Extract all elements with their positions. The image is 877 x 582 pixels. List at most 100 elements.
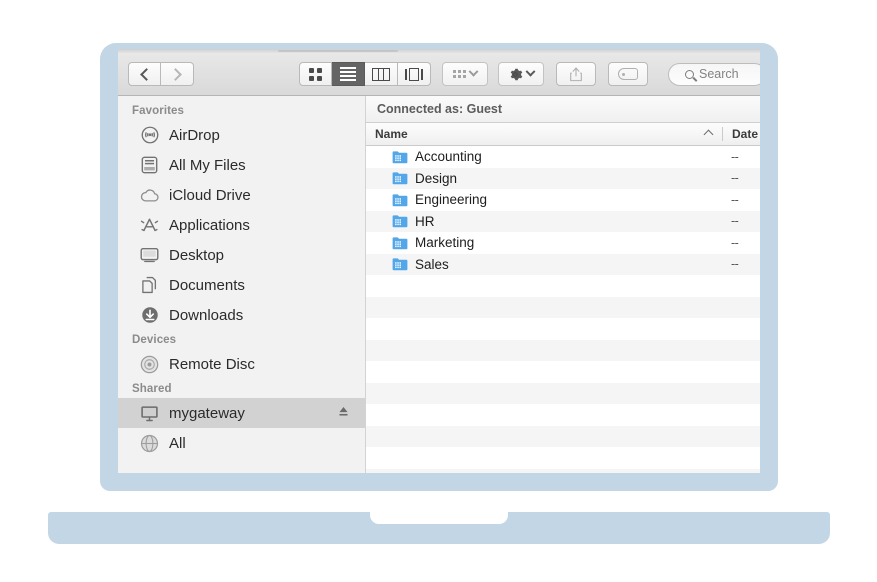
chevron-right-icon xyxy=(169,67,182,81)
row-name-label: Sales xyxy=(415,256,449,272)
row-name-cell: Design xyxy=(366,171,722,186)
airdrop-icon xyxy=(140,126,159,145)
file-list: Accounting -- Design -- Engineering -- H… xyxy=(366,146,760,473)
sidebar-item-desktop[interactable]: Desktop xyxy=(118,240,365,270)
window-body: Favorites AirDrop All My Files iCloud Dr… xyxy=(118,96,760,473)
search-icon xyxy=(685,69,694,79)
empty-row xyxy=(366,318,760,340)
window-titlebar xyxy=(118,49,760,53)
column-header-date-label: Date Modified xyxy=(732,127,760,141)
table-row[interactable]: Design -- xyxy=(366,167,760,189)
sidebar-item-airdrop[interactable]: AirDrop xyxy=(118,120,365,150)
finder-sidebar: Favorites AirDrop All My Files iCloud Dr… xyxy=(118,96,366,473)
row-name-label: Design xyxy=(415,170,458,186)
sidebar-item-applications[interactable]: Applications xyxy=(118,210,365,240)
edit-tags-button[interactable] xyxy=(608,62,648,86)
sidebar-item-downloads[interactable]: Downloads xyxy=(118,300,365,330)
row-date-cell: -- xyxy=(731,192,739,207)
sidebar-item-label: All My Files xyxy=(169,156,246,174)
shared-folder-icon xyxy=(392,257,408,271)
shared-folder-icon xyxy=(392,150,408,164)
table-row[interactable]: Marketing -- xyxy=(366,232,760,254)
gear-icon xyxy=(508,67,523,82)
coverflow-icon xyxy=(405,67,423,81)
navigation-buttons xyxy=(128,62,194,86)
table-row[interactable]: Engineering -- xyxy=(366,189,760,211)
back-button[interactable] xyxy=(128,62,161,86)
search-input[interactable]: Search xyxy=(668,62,760,86)
chevron-down-icon xyxy=(525,66,536,77)
row-name-cell: Sales xyxy=(366,257,722,272)
shared-folder-icon xyxy=(392,193,408,207)
sidebar-item-remote-disc[interactable]: Remote Disc xyxy=(118,349,365,379)
list-icon xyxy=(340,67,356,81)
grid-icon xyxy=(309,67,322,81)
share-icon xyxy=(569,66,583,82)
downloads-icon xyxy=(140,306,159,325)
columns-icon xyxy=(372,67,390,81)
column-header-name[interactable]: Name xyxy=(366,127,722,141)
row-name-label: Marketing xyxy=(415,235,475,251)
laptop-screen: Search Favorites AirDrop All My Files iC… xyxy=(118,49,760,473)
action-menu-button[interactable] xyxy=(498,62,544,86)
shared-folder-icon xyxy=(392,171,408,185)
list-column-headers: Name Date Modified xyxy=(366,123,760,146)
forward-button[interactable] xyxy=(161,62,194,86)
list-view-button[interactable] xyxy=(332,62,365,86)
empty-row xyxy=(366,361,760,383)
finder-toolbar: Search xyxy=(118,53,760,96)
sidebar-item-label: Documents xyxy=(169,276,245,294)
empty-row xyxy=(366,404,760,426)
desktop-icon xyxy=(140,246,159,265)
sidebar-item-label: Remote Disc xyxy=(169,355,255,373)
sidebar-item-label: Applications xyxy=(169,216,250,234)
applications-icon xyxy=(140,216,159,235)
connection-status-bar: Connected as: Guest Connect As... xyxy=(366,96,760,123)
sidebar-item-all-my-files[interactable]: All My Files xyxy=(118,150,365,180)
column-header-date[interactable]: Date Modified xyxy=(722,127,760,141)
empty-row xyxy=(366,275,760,297)
table-row[interactable]: Sales -- xyxy=(366,253,760,275)
remote-disc-icon xyxy=(140,355,159,374)
row-name-cell: Marketing xyxy=(366,235,722,250)
row-name-cell: Accounting xyxy=(366,149,722,164)
sidebar-item-label: AirDrop xyxy=(169,126,220,144)
search-placeholder-text: Search xyxy=(699,67,739,81)
row-date-cell: -- xyxy=(731,149,739,164)
sidebar-section-favorites: Favorites xyxy=(132,105,185,117)
icloud-drive-icon xyxy=(140,186,159,205)
row-date-cell: -- xyxy=(731,235,739,250)
tag-icon xyxy=(618,68,638,80)
share-button[interactable] xyxy=(556,62,596,86)
column-header-name-label: Name xyxy=(375,127,408,141)
sidebar-item-label: iCloud Drive xyxy=(169,186,251,204)
table-row[interactable]: HR -- xyxy=(366,210,760,232)
eject-icon[interactable] xyxy=(338,405,349,422)
sidebar-item-mygateway[interactable]: mygateway xyxy=(118,398,365,428)
row-date-cell: -- xyxy=(731,214,739,229)
empty-row xyxy=(366,447,760,469)
sort-ascending-icon xyxy=(703,129,714,139)
empty-row xyxy=(366,425,760,447)
column-view-button[interactable] xyxy=(365,62,398,86)
empty-row xyxy=(366,296,760,318)
row-date-cell: -- xyxy=(731,171,739,186)
coverflow-view-button[interactable] xyxy=(398,62,431,86)
icon-view-button[interactable] xyxy=(299,62,332,86)
row-name-cell: HR xyxy=(366,214,722,229)
sidebar-item-label: All xyxy=(169,434,186,452)
sidebar-item-icloud-drive[interactable]: iCloud Drive xyxy=(118,180,365,210)
sidebar-section-shared: Shared xyxy=(132,383,172,395)
table-row[interactable]: Accounting -- xyxy=(366,146,760,168)
row-name-label: Engineering xyxy=(415,192,488,208)
server-display-icon xyxy=(140,404,159,423)
sidebar-item-label: Downloads xyxy=(169,306,244,324)
row-name-cell: Engineering xyxy=(366,192,722,207)
shared-folder-icon xyxy=(392,236,408,250)
row-date-cell: -- xyxy=(731,257,739,272)
arrange-by-button[interactable] xyxy=(442,62,488,86)
sidebar-item-label: mygateway xyxy=(169,404,245,422)
row-name-label: HR xyxy=(415,213,435,229)
sidebar-item-all[interactable]: All xyxy=(118,428,365,458)
sidebar-item-documents[interactable]: Documents xyxy=(118,270,365,300)
